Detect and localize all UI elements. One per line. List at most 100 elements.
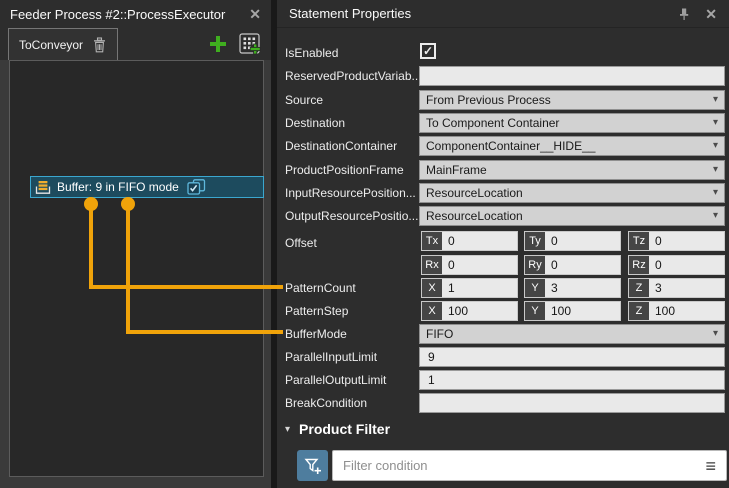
input-resource-position-label: InputResourcePosition... xyxy=(285,183,416,203)
chevron-down-icon: ▾ xyxy=(713,211,718,221)
destination-container-label: DestinationContainer xyxy=(285,136,397,156)
pattern-count-y-field[interactable]: Y xyxy=(524,278,621,298)
tab-actions xyxy=(208,28,271,60)
output-resource-position-label: OutputResourcePositio... xyxy=(285,206,418,226)
product-position-frame-value: MainFrame xyxy=(426,161,713,179)
statement-properties-header: Statement Properties ✕ xyxy=(277,0,729,28)
destination-container-value: ComponentContainer__HIDE__ xyxy=(426,137,713,155)
offset-label: Offset xyxy=(285,233,317,253)
destination-value: To Component Container xyxy=(426,114,713,132)
routes-tabbar: ToConveyor xyxy=(0,28,271,60)
buffer-statement-label: Buffer: 9 in FIFO mode xyxy=(57,180,179,194)
output-resource-position-value: ResourceLocation xyxy=(426,207,713,225)
pattern-count-z-input[interactable] xyxy=(649,279,724,297)
pattern-step-y-field[interactable]: Y xyxy=(524,301,621,321)
pattern-count-label: PatternCount xyxy=(285,278,356,298)
close-icon[interactable]: ✕ xyxy=(249,7,261,21)
pattern-step-x-field[interactable]: X xyxy=(421,301,518,321)
app-window: Feeder Process #2::ProcessExecutor ✕ ToC… xyxy=(0,0,729,488)
offset-rz-input[interactable] xyxy=(649,256,724,274)
offset-ry-input[interactable] xyxy=(545,256,620,274)
y-axis-chip: Y xyxy=(525,302,545,320)
parallel-output-limit-label: ParallelOutputLimit xyxy=(285,370,386,390)
offset-tz-field[interactable]: Tz xyxy=(628,231,725,251)
filter-condition-input[interactable] xyxy=(343,458,705,473)
ry-axis-chip: Ry xyxy=(525,256,545,274)
pattern-count-y-input[interactable] xyxy=(545,279,620,297)
pattern-step-x-input[interactable] xyxy=(442,302,517,320)
offset-tz-input[interactable] xyxy=(649,232,724,250)
source-label: Source xyxy=(285,90,323,110)
z-axis-chip: Z xyxy=(629,279,649,297)
pattern-step-y-input[interactable] xyxy=(545,302,620,320)
trash-icon[interactable] xyxy=(92,37,107,53)
isenabled-label: IsEnabled xyxy=(285,43,338,63)
pin-icon[interactable] xyxy=(677,7,691,21)
buffer-statement-row[interactable]: Buffer: 9 in FIFO mode xyxy=(30,176,264,198)
offset-rx-field[interactable]: Rx xyxy=(421,255,518,275)
pattern-step-z-field[interactable]: Z xyxy=(628,301,725,321)
pattern-count-x-input[interactable] xyxy=(442,279,517,297)
statement-check-icon[interactable] xyxy=(187,179,206,195)
add-statement-icon[interactable] xyxy=(208,34,228,54)
pattern-count-x-field[interactable]: X xyxy=(421,278,518,298)
break-condition-input[interactable] xyxy=(420,394,724,412)
output-resource-position-dropdown[interactable]: ResourceLocation ▾ xyxy=(419,206,725,226)
reserved-product-variable-field[interactable] xyxy=(419,66,725,86)
product-position-frame-label: ProductPositionFrame xyxy=(285,160,404,180)
chevron-down-icon: ▾ xyxy=(713,165,718,175)
destination-dropdown[interactable]: To Component Container ▾ xyxy=(419,113,725,133)
process-editor-title: Feeder Process #2::ProcessExecutor xyxy=(10,7,225,22)
pattern-step-label: PatternStep xyxy=(285,301,348,321)
destination-container-dropdown[interactable]: ComponentContainer__HIDE__ ▾ xyxy=(419,136,725,156)
product-filter-section-header[interactable]: ▾ Product Filter xyxy=(285,421,390,437)
buffer-icon xyxy=(35,180,51,195)
destination-label: Destination xyxy=(285,113,345,133)
reserved-product-variable-input[interactable] xyxy=(420,67,724,85)
parallel-input-limit-label: ParallelInputLimit xyxy=(285,347,377,367)
tz-axis-chip: Tz xyxy=(629,232,649,250)
close-icon[interactable]: ✕ xyxy=(705,7,717,21)
statement-list xyxy=(9,60,264,477)
chevron-down-icon: ▾ xyxy=(713,188,718,198)
buffer-mode-value: FIFO xyxy=(426,325,713,343)
parallel-input-limit-field[interactable] xyxy=(419,347,725,367)
offset-ry-field[interactable]: Ry xyxy=(524,255,621,275)
chevron-down-icon: ▾ xyxy=(713,329,718,339)
rz-axis-chip: Rz xyxy=(629,256,649,274)
source-value: From Previous Process xyxy=(426,91,713,109)
offset-ty-field[interactable]: Ty xyxy=(524,231,621,251)
product-filter-title: Product Filter xyxy=(299,421,390,437)
pattern-count-z-field[interactable]: Z xyxy=(628,278,725,298)
process-editor-panel: Feeder Process #2::ProcessExecutor ✕ ToC… xyxy=(0,0,271,488)
offset-tx-input[interactable] xyxy=(442,232,517,250)
offset-rx-input[interactable] xyxy=(442,256,517,274)
input-resource-position-dropdown[interactable]: ResourceLocation ▾ xyxy=(419,183,725,203)
reserved-product-variable-label: ReservedProductVariab... xyxy=(285,66,422,86)
parallel-output-limit-field[interactable] xyxy=(419,370,725,390)
z-axis-chip: Z xyxy=(629,302,649,320)
statement-properties-panel: Statement Properties ✕ IsEnabled ✓ Reser… xyxy=(277,0,729,488)
process-editor-body xyxy=(0,60,271,488)
filter-condition-field[interactable]: ≡ xyxy=(332,450,727,481)
source-dropdown[interactable]: From Previous Process ▾ xyxy=(419,90,725,110)
offset-tx-field[interactable]: Tx xyxy=(421,231,518,251)
parallel-input-limit-input[interactable] xyxy=(420,348,724,366)
tab-toconveyor[interactable]: ToConveyor xyxy=(8,28,118,60)
buffer-mode-dropdown[interactable]: FIFO ▾ xyxy=(419,324,725,344)
ty-axis-chip: Ty xyxy=(525,232,545,250)
rx-axis-chip: Rx xyxy=(422,256,442,274)
break-condition-field[interactable] xyxy=(419,393,725,413)
offset-rz-field[interactable]: Rz xyxy=(628,255,725,275)
grid-add-icon[interactable] xyxy=(239,33,261,55)
parallel-output-limit-input[interactable] xyxy=(420,371,724,389)
offset-ty-input[interactable] xyxy=(545,232,620,250)
statement-properties-title: Statement Properties xyxy=(289,6,411,21)
product-position-frame-dropdown[interactable]: MainFrame ▾ xyxy=(419,160,725,180)
pattern-step-z-input[interactable] xyxy=(649,302,724,320)
tab-label: ToConveyor xyxy=(19,38,83,52)
menu-icon[interactable]: ≡ xyxy=(705,457,716,475)
add-filter-button[interactable] xyxy=(297,450,328,481)
isenabled-checkbox[interactable]: ✓ xyxy=(420,43,436,59)
input-resource-position-value: ResourceLocation xyxy=(426,184,713,202)
